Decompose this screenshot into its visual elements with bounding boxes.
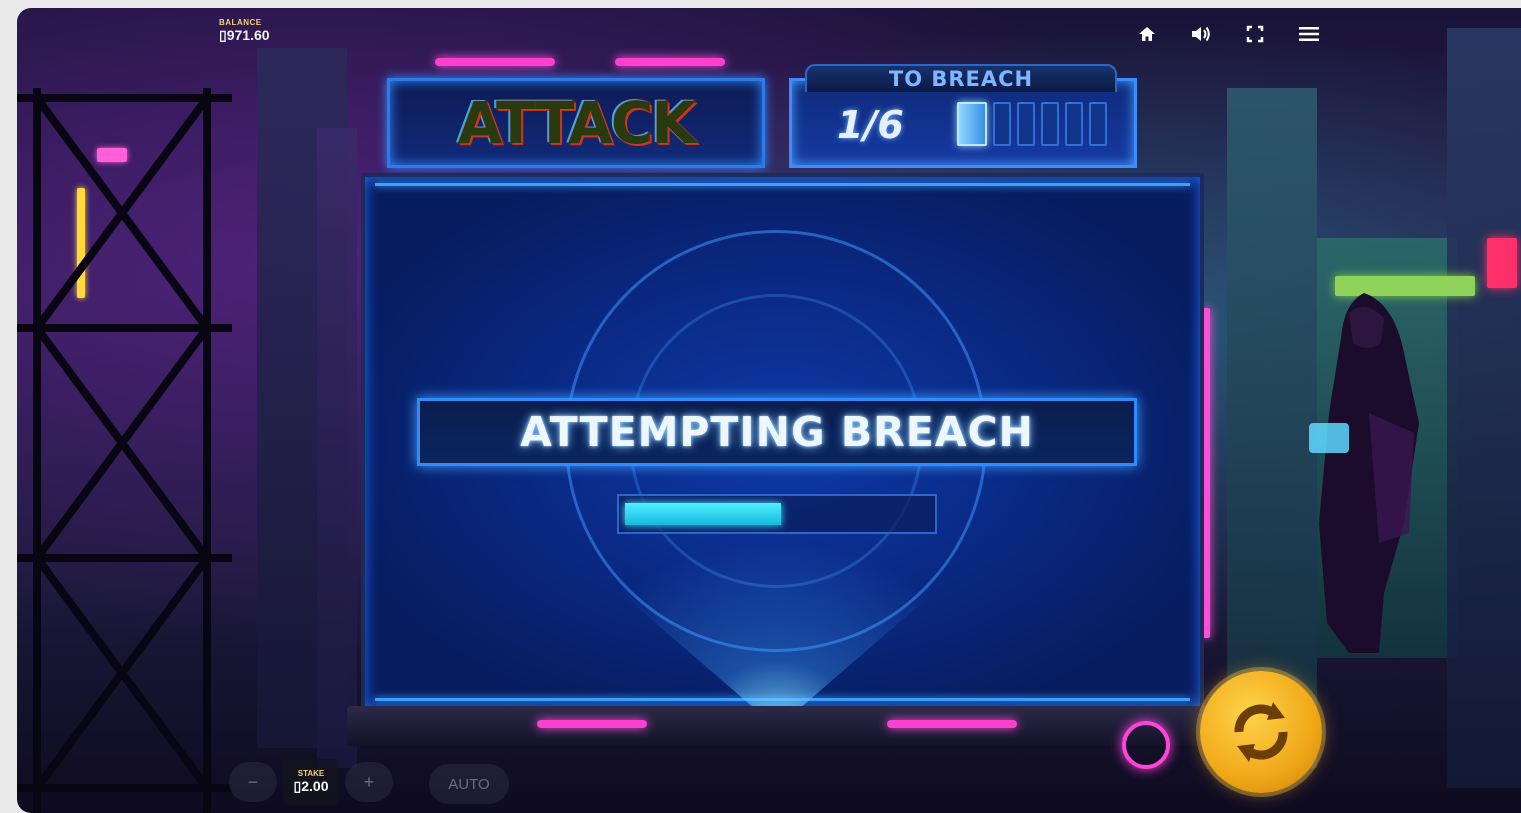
breach-segment (957, 102, 987, 146)
autoplay-button[interactable]: AUTO (429, 764, 509, 804)
currency-symbol: ▯ (219, 27, 227, 43)
stake-label: STAKE (297, 769, 325, 778)
stake-display: STAKE ▯2.00 (283, 759, 339, 805)
screen-top-glow (375, 183, 1190, 186)
home-icon[interactable] (1135, 22, 1159, 46)
balance-display: BALANCE ▯971.60 (219, 18, 270, 44)
breach-progress-fill (625, 503, 781, 525)
balance-label: BALANCE (219, 18, 262, 27)
fullscreen-icon[interactable] (1243, 22, 1267, 46)
breach-progress-bar (617, 494, 937, 534)
hologram-pedestal (347, 706, 1217, 746)
stake-value: ▯2.00 (294, 778, 329, 795)
hacker-character (1309, 293, 1419, 653)
breach-segment (1089, 102, 1107, 146)
pedestal-neon-light (887, 720, 1017, 728)
status-banner: ATTEMPTING BREACH (417, 398, 1137, 466)
neon-sign (1487, 238, 1517, 288)
header-neon-light (435, 58, 555, 66)
attack-label: ATTACK (457, 89, 697, 157)
attack-panel: ATTACK (387, 78, 765, 168)
breach-progress-bars (957, 102, 1107, 146)
breach-segment (1041, 102, 1059, 146)
to-breach-label: TO BREACH (805, 64, 1117, 92)
status-text: ATTEMPTING BREACH (520, 408, 1034, 456)
breach-segment (1017, 102, 1035, 146)
increase-stake-button[interactable]: + (345, 762, 393, 802)
background-building (1227, 88, 1317, 768)
decrease-stake-button[interactable]: − (229, 762, 277, 802)
pedestal-neon-light (537, 720, 647, 728)
header-frame: ATTACK TO BREACH 1/6 (365, 48, 1185, 170)
spin-button[interactable] (1200, 671, 1322, 793)
header-neon-light (615, 58, 725, 66)
balance-value: ▯971.60 (219, 27, 270, 44)
background-building (1447, 28, 1521, 788)
background-building (317, 128, 357, 768)
breach-count: 1/6 (837, 103, 904, 147)
top-toolbar (1135, 22, 1321, 46)
breach-segment (993, 102, 1011, 146)
game-viewport: BALANCE ▯971.60 ATTACK TO BREACH 1/6 ATT… (17, 8, 1521, 813)
menu-icon[interactable] (1297, 22, 1321, 46)
scaffold-tower (17, 88, 232, 813)
neon-ring-decoration (1122, 721, 1170, 769)
balance-amount: 971.60 (226, 27, 270, 43)
breach-segment (1065, 102, 1083, 146)
sound-icon[interactable] (1189, 22, 1213, 46)
spin-arrows-icon (1234, 702, 1288, 762)
stake-amount: 2.00 (301, 778, 329, 794)
